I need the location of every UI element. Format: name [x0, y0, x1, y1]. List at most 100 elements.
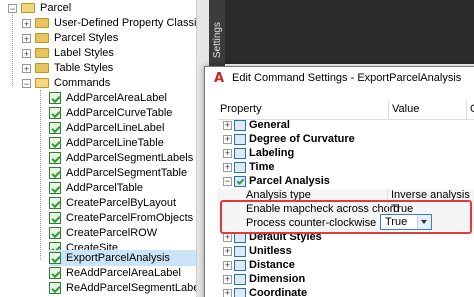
collapse-icon[interactable]: − [8, 3, 17, 13]
tree-item-command[interactable]: AddParcelSegmentTable [49, 165, 187, 181]
command-icon [49, 227, 61, 239]
tree-item-command[interactable]: CreateParcelByLayout [49, 195, 176, 211]
expand-icon[interactable]: + [223, 163, 232, 172]
tree-item-label: Table Styles [54, 62, 114, 74]
dialog-title: Edit Command Settings - ExportParcelAnal… [232, 72, 462, 84]
category-icon [234, 246, 246, 257]
tree-item-label: ExportParcelAnalysis [66, 252, 170, 264]
tree-item-command-selected[interactable]: ExportParcelAnalysis [49, 250, 196, 266]
expand-icon[interactable]: + [22, 18, 31, 28]
category-label: Degree of Curvature [249, 133, 355, 145]
expand-icon[interactable]: + [223, 275, 232, 284]
tree-item-label: AddParcelAreaLabel [66, 92, 167, 104]
tree-item-label: Label Styles [54, 47, 114, 59]
category-row-coordinate[interactable]: + Coordinate [217, 287, 474, 297]
collapse-icon[interactable]: − [223, 177, 232, 186]
command-icon [49, 212, 61, 224]
command-icon [49, 182, 61, 194]
tree-guide [40, 90, 41, 260]
tree-item-command[interactable]: CreateParcelFromObjects [49, 210, 193, 226]
command-icon [49, 267, 61, 279]
category-label: General [249, 119, 290, 131]
category-icon [234, 288, 246, 297]
expand-icon[interactable]: + [22, 63, 31, 73]
expand-icon[interactable]: + [223, 233, 232, 242]
tree-item-command[interactable]: AddParcelAreaLabel [49, 90, 167, 106]
tree-item-command[interactable]: ReAddParcelAreaLabel [49, 265, 181, 281]
command-icon [49, 282, 61, 294]
tree-item-parcel[interactable]: − Parcel [8, 0, 71, 16]
tree-item-label: ReAddParcelSegmentLabels [66, 282, 208, 294]
settings-tree: − Parcel + User-Defined Property Classif… [0, 0, 234, 297]
tree-item-command[interactable]: AddParcelCurveTable [49, 105, 172, 121]
category-icon [234, 120, 246, 131]
tree-item-parcel-styles[interactable]: + Parcel Styles [22, 30, 118, 46]
dialog-title-bar[interactable]: Edit Command Settings - ExportParcelAnal… [205, 67, 474, 89]
column-header-override[interactable]: Ov [470, 103, 474, 115]
category-label: Time [249, 161, 275, 173]
collapse-icon[interactable]: − [22, 78, 31, 88]
category-row-general[interactable]: + General [217, 119, 474, 133]
tree-item-command[interactable]: AddParcelLineTable [49, 135, 164, 151]
category-row-time[interactable]: + Time [217, 161, 474, 175]
tree-item-commands[interactable]: − Commands [22, 75, 110, 91]
category-row-labeling[interactable]: + Labeling [217, 147, 474, 161]
tree-item-command[interactable]: ReAddParcelSegmentLabels [49, 280, 207, 296]
category-row-unitless[interactable]: + Unitless [217, 245, 474, 259]
expand-icon[interactable]: + [22, 33, 31, 43]
autocad-app-icon [213, 71, 226, 86]
tree-item-label: AddParcelCurveTable [66, 107, 173, 119]
folder-open-icon [35, 78, 49, 88]
category-row-distance[interactable]: + Distance [217, 259, 474, 273]
tree-item-command[interactable]: CreateParcelROW [49, 225, 157, 241]
settings-tab-label: Settings [212, 22, 223, 59]
tree-item-label: CreateParcelROW [66, 227, 158, 239]
expand-icon[interactable]: + [223, 261, 232, 270]
category-label: Labeling [249, 147, 295, 159]
expand-icon[interactable]: + [223, 247, 232, 256]
folder-icon [35, 18, 49, 28]
tree-item-label-styles[interactable]: + Label Styles [22, 45, 114, 61]
category-icon [234, 274, 246, 285]
folder-icon [35, 48, 49, 58]
command-icon [49, 152, 61, 164]
category-icon [234, 134, 246, 145]
expand-icon[interactable]: + [22, 48, 31, 58]
column-header-value[interactable]: Value [392, 103, 419, 115]
command-icon [49, 252, 61, 264]
category-label: Coordinate [249, 287, 308, 297]
column-separator[interactable] [388, 101, 389, 119]
tree-item-label: AddParcelLineTable [66, 137, 164, 149]
tree-item-label: Parcel [40, 2, 72, 14]
tree-item-label: CreateParcelFromObjects [66, 212, 194, 224]
expand-icon[interactable]: + [223, 289, 232, 297]
expand-icon[interactable]: + [223, 121, 232, 130]
category-row-degree-of-curvature[interactable]: + Degree of Curvature [217, 133, 474, 147]
category-row-parcel-analysis[interactable]: − Parcel Analysis [217, 175, 474, 189]
category-checked-icon [234, 176, 246, 187]
screen: − Parcel + User-Defined Property Classif… [0, 0, 474, 297]
tree-item-command[interactable]: AddParcelSegmentLabels [49, 150, 193, 166]
tree-item-label: Parcel Styles [54, 32, 119, 44]
command-icon [49, 92, 61, 104]
column-separator[interactable] [466, 101, 467, 119]
folder-icon [35, 63, 49, 73]
expand-icon[interactable]: + [223, 149, 232, 158]
category-icon [234, 260, 246, 271]
tree-item-command[interactable]: AddParcelTable [49, 180, 143, 196]
tree-item-label: AddParcelSegmentLabels [66, 152, 194, 164]
command-icon [49, 107, 61, 119]
tree-item-label: ReAddParcelAreaLabel [66, 267, 181, 279]
category-row-dimension[interactable]: + Dimension [217, 273, 474, 287]
category-icon [234, 148, 246, 159]
tree-item-label: AddParcelSegmentTable [66, 167, 188, 179]
tree-item-command[interactable]: AddParcelLineLabel [49, 120, 164, 136]
category-label: Parcel Analysis [249, 175, 330, 187]
category-label: Dimension [249, 273, 306, 285]
command-icon [49, 137, 61, 149]
column-header-property[interactable]: Property [220, 103, 262, 115]
command-icon [49, 197, 61, 209]
expand-icon[interactable]: + [223, 135, 232, 144]
tree-item-table-styles[interactable]: + Table Styles [22, 60, 113, 76]
category-label: Distance [249, 259, 295, 271]
